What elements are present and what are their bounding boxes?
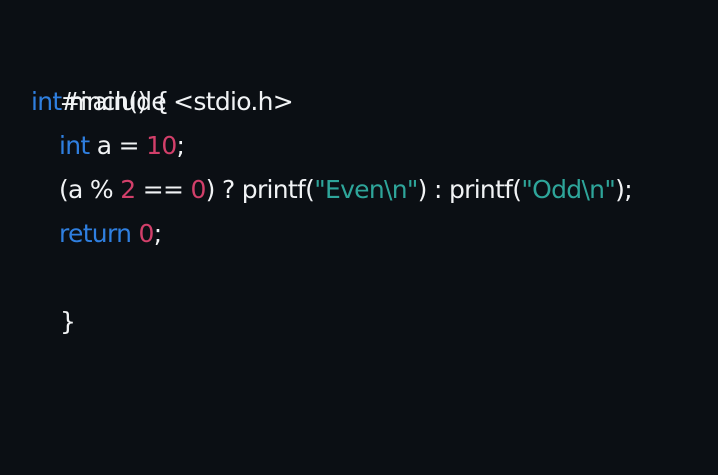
- keyword-return: return: [59, 219, 132, 248]
- expression-text: );: [615, 175, 632, 204]
- keyword-int: int: [59, 131, 90, 160]
- code-editor[interactable]: #include <stdio.h> int main() { int a = …: [0, 0, 718, 475]
- closing-brace: }: [60, 307, 76, 336]
- code-line-include: #include <stdio.h>: [31, 36, 718, 116]
- number-literal: 10: [146, 131, 177, 160]
- string-literal: "Even\n": [314, 175, 418, 204]
- number-literal: 0: [138, 219, 155, 248]
- code-line-return: return 0;: [31, 212, 718, 256]
- code-line-ternary: (a % 2 == 0) ? printf("Even\n") : printf…: [31, 168, 718, 212]
- number-literal: 0: [190, 175, 206, 204]
- expression-text: ==: [135, 175, 191, 204]
- main-declaration: main() {: [61, 87, 170, 116]
- code-line-variable: int a = 10;: [31, 124, 718, 168]
- string-literal: "Odd\n": [521, 175, 616, 204]
- keyword-int: int: [31, 87, 62, 116]
- code-line-closing-brace: }: [31, 256, 718, 336]
- number-literal: 2: [120, 175, 136, 204]
- code-line-main-signature: int main() {: [31, 80, 718, 124]
- semicolon: ;: [153, 219, 162, 248]
- semicolon: ;: [176, 131, 185, 160]
- expression-text: ) : printf(: [417, 175, 522, 204]
- expression-text: (a %: [59, 175, 121, 204]
- expression-text: ) ? printf(: [205, 175, 315, 204]
- assignment-text: a =: [89, 131, 147, 160]
